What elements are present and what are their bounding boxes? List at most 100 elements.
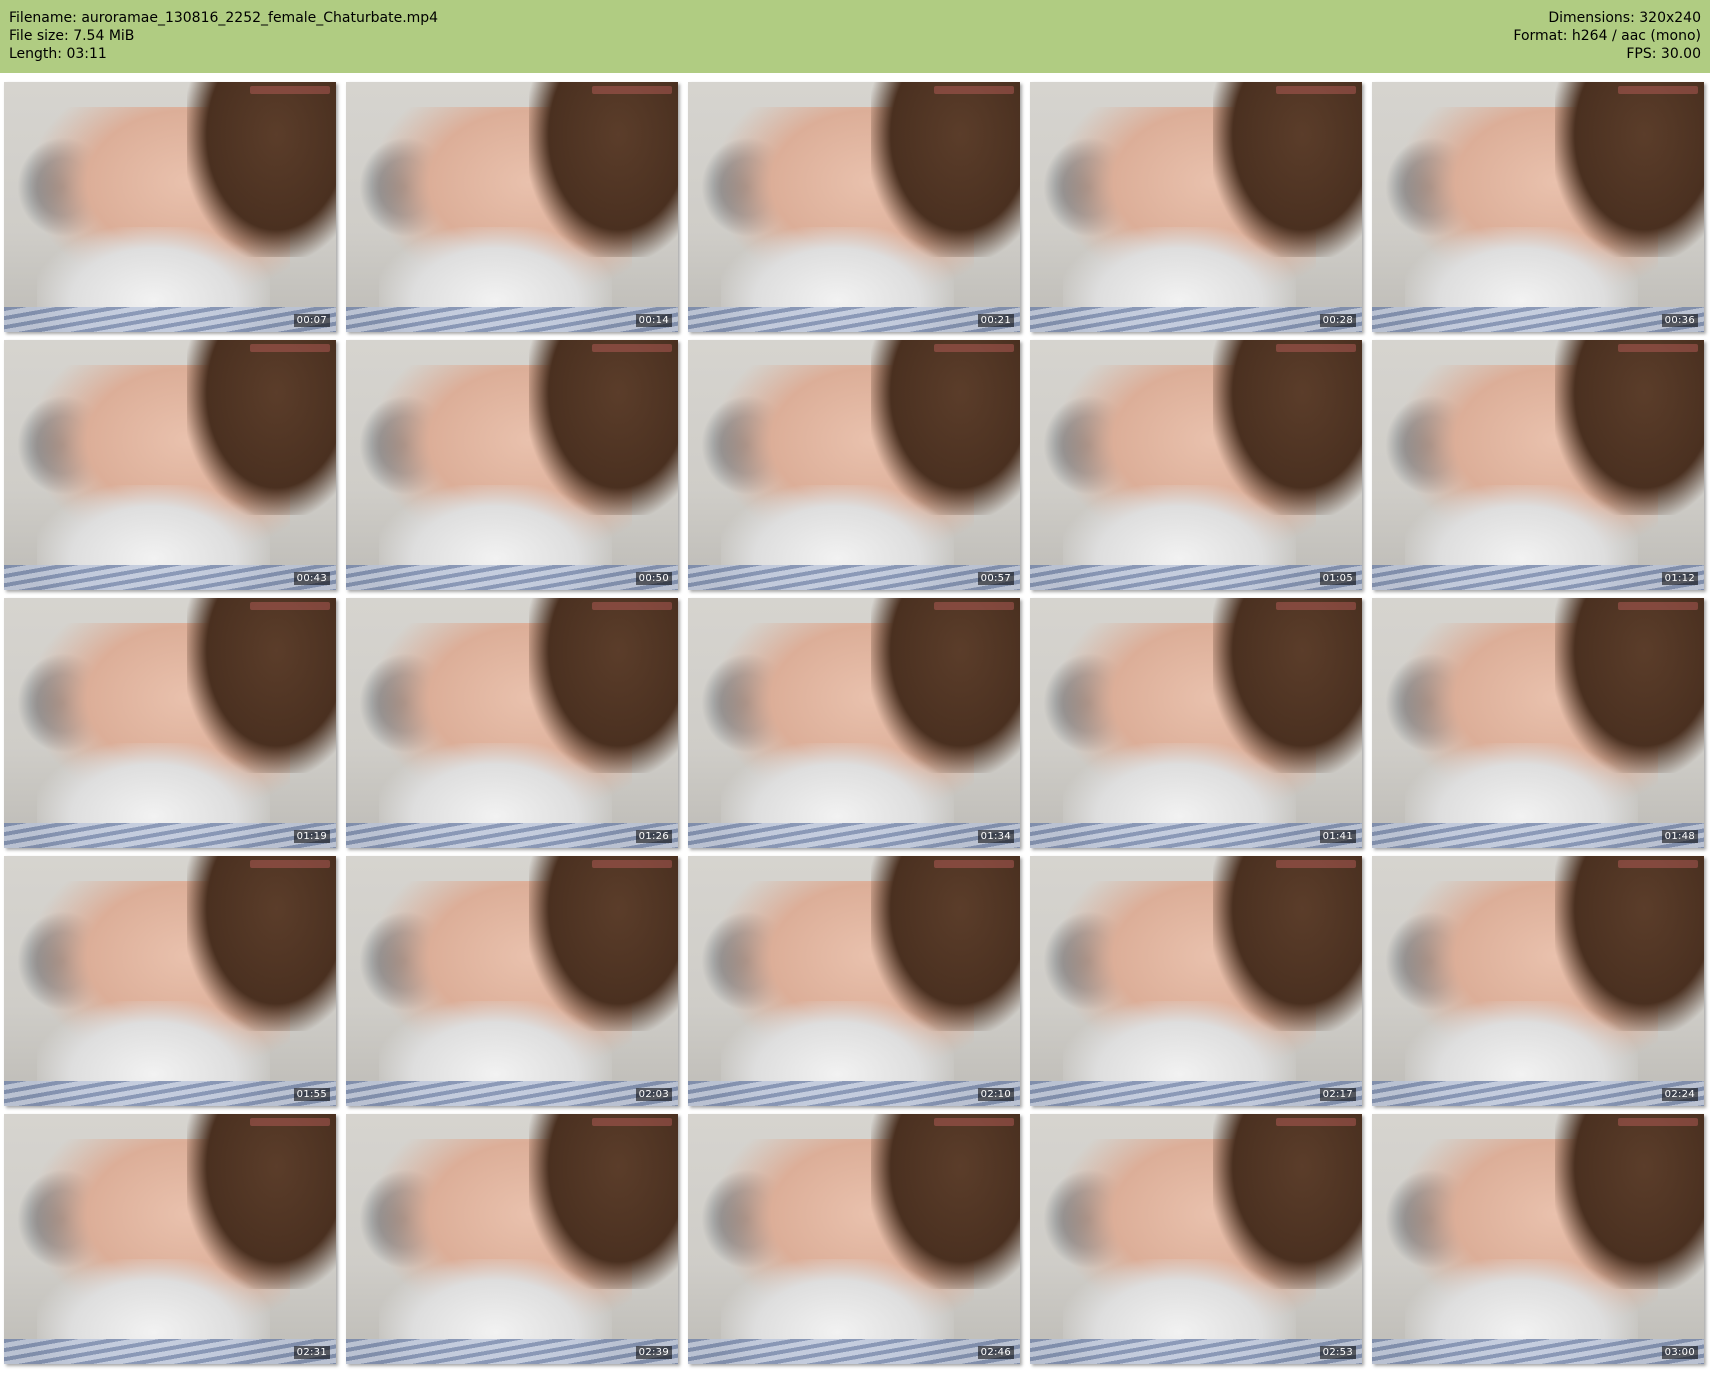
frame-timestamp: 02:46 xyxy=(977,1346,1014,1359)
info-header: Filename: auroramae_130816_2252_female_C… xyxy=(0,0,1710,73)
frame-watermark xyxy=(592,602,672,610)
length-line: Length: 03:11 xyxy=(9,45,438,63)
video-frame-thumbnail: 02:31 xyxy=(4,1114,336,1364)
video-frame-thumbnail: 03:00 xyxy=(1372,1114,1704,1364)
thumbnail-grid: 00:07 00:14 00:21 00:28 00:36 00:43 00:50 00:57… xyxy=(4,82,1706,1369)
frame-stripes xyxy=(346,1339,678,1364)
frame-stripes xyxy=(4,823,336,848)
frame-stripes xyxy=(1372,565,1704,590)
filename-line: Filename: auroramae_130816_2252_female_C… xyxy=(9,9,438,27)
frame-timestamp: 00:50 xyxy=(635,572,672,585)
frame-timestamp: 02:17 xyxy=(1319,1088,1356,1101)
format-value: h264 / aac (mono) xyxy=(1571,28,1701,44)
frame-watermark xyxy=(934,1118,1014,1126)
frame-watermark xyxy=(1618,860,1698,868)
frame-stripes xyxy=(688,1081,1020,1106)
video-frame-thumbnail: 00:28 xyxy=(1030,82,1362,332)
frame-timestamp: 01:41 xyxy=(1319,830,1356,843)
frame-watermark xyxy=(934,860,1014,868)
frame-stripes xyxy=(346,1081,678,1106)
frame-watermark xyxy=(592,860,672,868)
video-frame-thumbnail: 01:05 xyxy=(1030,340,1362,590)
frame-timestamp: 00:57 xyxy=(977,572,1014,585)
video-frame-thumbnail: 01:19 xyxy=(4,598,336,848)
frame-stripes xyxy=(1030,823,1362,848)
frame-stripes xyxy=(1030,1081,1362,1106)
frame-watermark xyxy=(250,1118,330,1126)
frame-timestamp: 01:19 xyxy=(293,830,330,843)
video-frame-thumbnail: 01:41 xyxy=(1030,598,1362,848)
frame-watermark xyxy=(934,344,1014,352)
frame-timestamp: 01:34 xyxy=(977,830,1014,843)
frame-timestamp: 00:43 xyxy=(293,572,330,585)
frame-watermark xyxy=(934,86,1014,94)
frame-watermark xyxy=(592,1118,672,1126)
frame-stripes xyxy=(346,565,678,590)
filesize-label: File size: xyxy=(9,28,69,44)
fps-value: 30.00 xyxy=(1660,46,1701,62)
frame-timestamp: 01:55 xyxy=(293,1088,330,1101)
frame-watermark xyxy=(592,344,672,352)
frame-watermark xyxy=(1276,1118,1356,1126)
video-frame-thumbnail: 00:57 xyxy=(688,340,1020,590)
frame-stripes xyxy=(688,823,1020,848)
frame-timestamp: 00:36 xyxy=(1661,314,1698,327)
video-frame-thumbnail: 00:21 xyxy=(688,82,1020,332)
video-frame-thumbnail: 01:26 xyxy=(346,598,678,848)
frame-stripes xyxy=(688,565,1020,590)
frame-watermark xyxy=(1276,860,1356,868)
file-info-left: Filename: auroramae_130816_2252_female_C… xyxy=(9,9,438,63)
frame-timestamp: 02:31 xyxy=(293,1346,330,1359)
frame-watermark xyxy=(1276,602,1356,610)
video-frame-thumbnail: 02:24 xyxy=(1372,856,1704,1106)
frame-timestamp: 01:48 xyxy=(1661,830,1698,843)
frame-stripes xyxy=(346,823,678,848)
frame-watermark xyxy=(1618,602,1698,610)
frame-stripes xyxy=(4,565,336,590)
frame-timestamp: 01:05 xyxy=(1319,572,1356,585)
filename-label: Filename: xyxy=(9,10,77,26)
frame-stripes xyxy=(4,1339,336,1364)
file-info-right: Dimensions: 320x240 Format: h264 / aac (… xyxy=(1513,9,1701,63)
frame-stripes xyxy=(4,307,336,332)
frame-timestamp: 02:03 xyxy=(635,1088,672,1101)
format-label: Format: xyxy=(1513,28,1568,44)
frame-timestamp: 00:07 xyxy=(293,314,330,327)
frame-timestamp: 00:28 xyxy=(1319,314,1356,327)
video-frame-thumbnail: 02:53 xyxy=(1030,1114,1362,1364)
frame-stripes xyxy=(1372,823,1704,848)
frame-watermark xyxy=(934,602,1014,610)
frame-watermark xyxy=(1618,344,1698,352)
frame-watermark xyxy=(1276,86,1356,94)
video-frame-thumbnail: 02:03 xyxy=(346,856,678,1106)
frame-stripes xyxy=(688,1339,1020,1364)
fps-line: FPS: 30.00 xyxy=(1513,45,1701,63)
frame-stripes xyxy=(346,307,678,332)
frame-watermark xyxy=(1276,344,1356,352)
video-frame-thumbnail: 02:17 xyxy=(1030,856,1362,1106)
video-frame-thumbnail: 00:50 xyxy=(346,340,678,590)
frame-watermark xyxy=(250,344,330,352)
filename-value: auroramae_130816_2252_female_Chaturbate.… xyxy=(81,10,439,26)
frame-timestamp: 02:39 xyxy=(635,1346,672,1359)
frame-timestamp: 03:00 xyxy=(1661,1346,1698,1359)
format-line: Format: h264 / aac (mono) xyxy=(1513,27,1701,45)
video-frame-thumbnail: 01:12 xyxy=(1372,340,1704,590)
dimensions-line: Dimensions: 320x240 xyxy=(1513,9,1701,27)
video-frame-thumbnail: 00:14 xyxy=(346,82,678,332)
frame-timestamp: 00:21 xyxy=(977,314,1014,327)
dimensions-label: Dimensions: xyxy=(1548,10,1635,26)
frame-timestamp: 01:26 xyxy=(635,830,672,843)
frame-watermark xyxy=(1618,86,1698,94)
filesize-line: File size: 7.54 MiB xyxy=(9,27,438,45)
frame-stripes xyxy=(1372,1339,1704,1364)
video-frame-thumbnail: 01:34 xyxy=(688,598,1020,848)
length-label: Length: xyxy=(9,46,63,62)
frame-timestamp: 02:24 xyxy=(1661,1088,1698,1101)
video-frame-thumbnail: 01:55 xyxy=(4,856,336,1106)
dimensions-value: 320x240 xyxy=(1639,10,1701,26)
video-frame-thumbnail: 00:36 xyxy=(1372,82,1704,332)
frame-stripes xyxy=(1030,1339,1362,1364)
frame-watermark xyxy=(1618,1118,1698,1126)
frame-timestamp: 01:12 xyxy=(1661,572,1698,585)
